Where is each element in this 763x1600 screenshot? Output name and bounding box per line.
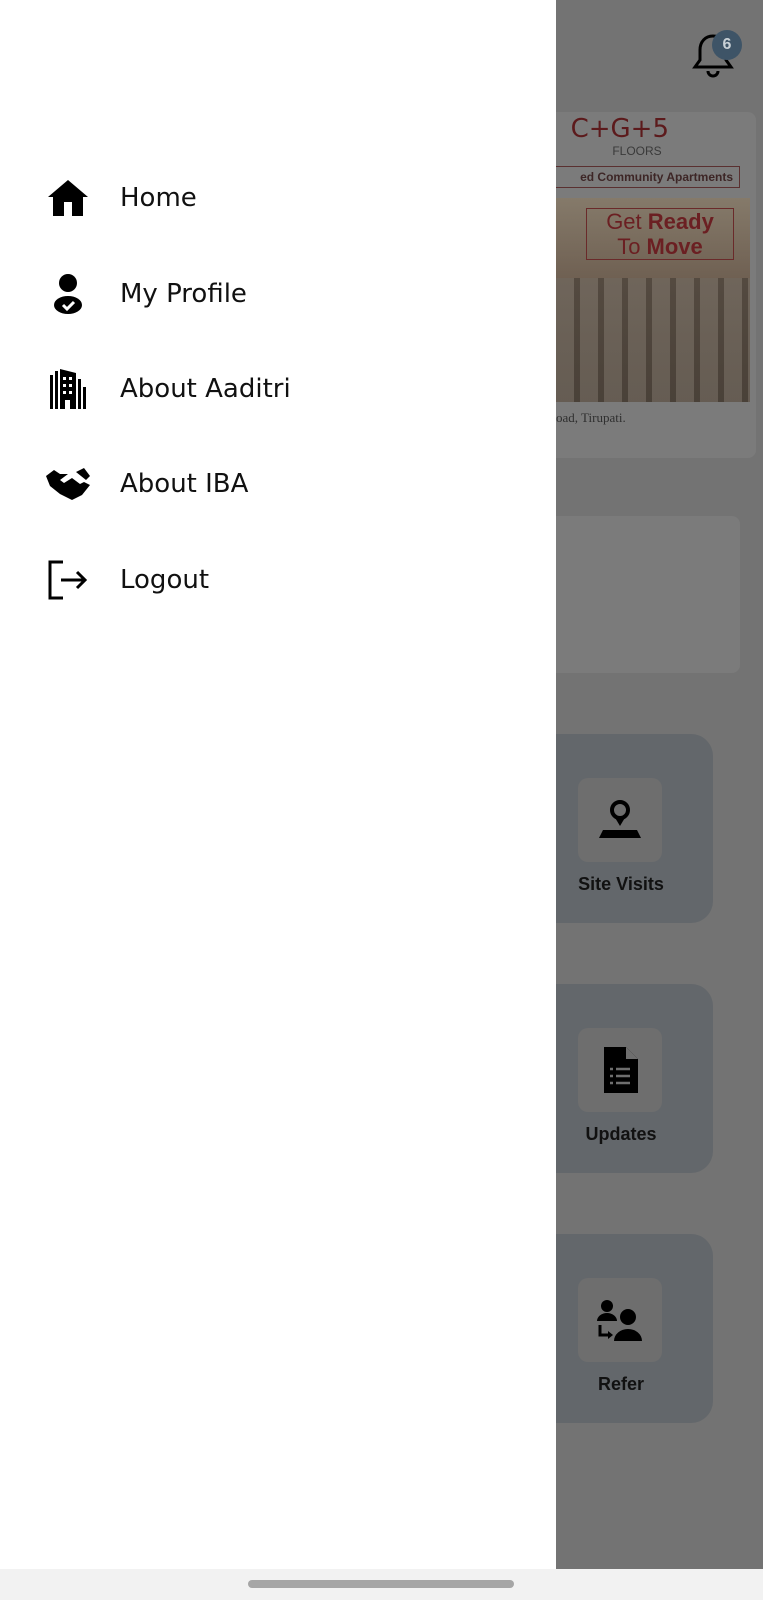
banner-title: C+G+5 <box>570 114 669 144</box>
refer-users-icon <box>578 1278 662 1362</box>
move-text-1: To <box>617 234 647 259</box>
move-text-2: Move <box>646 234 703 259</box>
navigation-drawer: Home My Profile About Aaditri About IBA … <box>0 0 556 1569</box>
building-illustration <box>556 278 750 402</box>
home-gesture-handle[interactable] <box>248 1580 514 1588</box>
profile-check-icon <box>46 272 90 316</box>
document-icon <box>578 1028 662 1112</box>
tile-site-visits[interactable]: Site Visits <box>556 734 713 923</box>
banner-community: ed Community Apartments <box>556 166 740 188</box>
drawer-item-label: About IBA <box>120 469 249 499</box>
drawer-item-about-iba[interactable]: About IBA <box>46 454 466 514</box>
drawer-item-home[interactable]: Home <box>46 168 466 228</box>
banner-image: Get Ready To Move <box>556 198 750 402</box>
building-icon <box>46 367 90 411</box>
info-card <box>556 516 740 673</box>
banner-address: oad, Tirupati. <box>556 410 626 425</box>
ready-text-1: Get <box>606 209 648 234</box>
drawer-item-label: Logout <box>120 565 210 595</box>
tile-label: Refer <box>597 1374 645 1394</box>
banner-floors: FLOORS <box>612 144 662 158</box>
notification-badge: 6 <box>712 30 742 60</box>
drawer-item-about-aaditri[interactable]: About Aaditri <box>46 359 466 419</box>
map-pin-icon <box>578 778 662 862</box>
tile-updates[interactable]: Updates <box>556 984 713 1173</box>
handshake-icon <box>46 462 90 506</box>
project-banner[interactable]: C+G+5 FLOORS ed Community Apartments Get… <box>556 112 756 458</box>
ready-text-2: Ready <box>647 209 714 234</box>
logout-icon <box>46 558 90 602</box>
drawer-item-label: Home <box>120 183 197 213</box>
tile-refer[interactable]: Refer <box>556 1234 713 1423</box>
home-icon <box>46 176 90 220</box>
drawer-item-logout[interactable]: Logout <box>46 550 466 610</box>
drawer-item-my-profile[interactable]: My Profile <box>46 264 466 324</box>
drawer-item-label: My Profile <box>120 279 247 309</box>
drawer-item-label: About Aaditri <box>120 374 291 404</box>
tile-label: Site Visits <box>578 874 664 894</box>
banner-ready-to-move: Get Ready To Move <box>586 208 734 260</box>
tile-label: Updates <box>585 1124 657 1144</box>
